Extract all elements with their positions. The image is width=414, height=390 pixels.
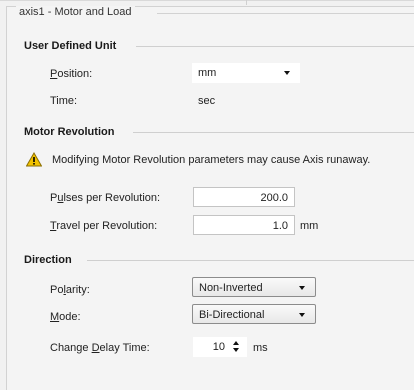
pulses-per-revolution-label: Pulses per Revolution: bbox=[50, 192, 161, 204]
section-rule-motor-revolution bbox=[133, 132, 414, 133]
change-delay-time-spinner[interactable]: 10 bbox=[193, 337, 247, 357]
top-border bbox=[0, 0, 414, 5]
position-label: Position: bbox=[50, 68, 93, 80]
pulses-per-revolution-value: 200.0 bbox=[260, 192, 288, 204]
travel-per-revolution-input[interactable]: 1.0 bbox=[193, 215, 295, 235]
change-delay-time-value: 10 bbox=[212, 341, 225, 353]
polarity-dropdown[interactable]: Non-Inverted bbox=[192, 277, 316, 297]
panel-border-line bbox=[157, 13, 414, 14]
chevron-down-icon bbox=[284, 71, 290, 75]
position-unit-value: mm bbox=[198, 67, 217, 79]
change-delay-time-label: Change Delay Time: bbox=[50, 342, 150, 354]
mode-dropdown[interactable]: Bi-Directional bbox=[192, 304, 316, 324]
polarity-value: Non-Inverted bbox=[199, 282, 263, 294]
change-delay-time-unit: ms bbox=[253, 342, 268, 354]
time-label: Time: bbox=[50, 95, 78, 107]
pulses-per-revolution-input[interactable]: 200.0 bbox=[193, 187, 295, 207]
travel-per-revolution-value: 1.0 bbox=[272, 220, 288, 232]
top-border-tick bbox=[246, 0, 247, 5]
travel-per-revolution-label: Travel per Revolution: bbox=[50, 220, 158, 232]
section-title-user-defined-unit: User Defined Unit bbox=[24, 40, 117, 52]
travel-unit-label: mm bbox=[300, 220, 319, 232]
spin-up-icon[interactable] bbox=[233, 341, 239, 345]
mode-value: Bi-Directional bbox=[199, 309, 265, 321]
section-rule-user-defined-unit bbox=[136, 46, 414, 47]
spin-down-icon[interactable] bbox=[233, 348, 239, 352]
chevron-down-icon bbox=[299, 313, 305, 317]
mode-label: Mode: bbox=[50, 311, 81, 323]
chevron-down-icon bbox=[299, 286, 305, 290]
warning-triangle-icon bbox=[26, 152, 42, 167]
section-title-direction: Direction bbox=[24, 254, 72, 266]
polarity-label: Polarity: bbox=[50, 284, 90, 296]
time-unit-value: sec bbox=[198, 95, 216, 107]
runaway-warning-text: Modifying Motor Revolution parameters ma… bbox=[52, 154, 371, 166]
section-title-motor-revolution: Motor Revolution bbox=[24, 126, 115, 138]
position-unit-dropdown[interactable]: mm bbox=[192, 63, 300, 83]
panel-title: axis1 - Motor and Load bbox=[16, 6, 135, 18]
section-rule-direction bbox=[87, 260, 414, 261]
